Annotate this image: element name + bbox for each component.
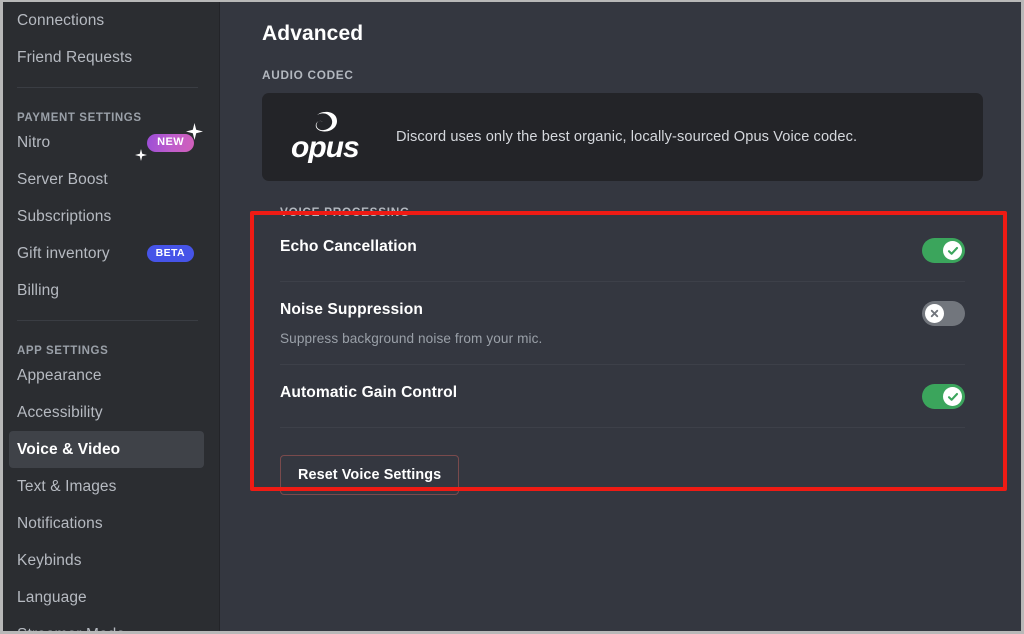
sidebar-item-accessibility[interactable]: Accessibility bbox=[9, 394, 204, 431]
sparkle-icon bbox=[135, 148, 148, 161]
setting-row-noise-suppression: Noise Suppression Suppress background no… bbox=[280, 282, 965, 365]
sidebar-item-label: Appearance bbox=[17, 366, 102, 384]
setting-label: Noise Suppression bbox=[280, 301, 423, 318]
sidebar-item-label: Notifications bbox=[17, 514, 103, 532]
sidebar-item-label: Keybinds bbox=[17, 551, 82, 569]
close-icon bbox=[930, 309, 939, 318]
setting-texts: Noise Suppression Suppress background no… bbox=[280, 300, 922, 346]
sidebar-item-friend-requests[interactable]: Friend Requests bbox=[9, 39, 204, 76]
sidebar-item-label: Connections bbox=[17, 11, 105, 29]
toggle-knob bbox=[925, 304, 944, 323]
sidebar-item-streamer-mode[interactable]: Streamer Mode bbox=[9, 616, 204, 632]
audio-codec-section-header: AUDIO CODEC bbox=[262, 68, 354, 82]
sidebar-item-server-boost[interactable]: Server Boost bbox=[9, 161, 204, 198]
setting-label: Automatic Gain Control bbox=[280, 384, 458, 401]
sidebar-item-label: Nitro bbox=[17, 133, 51, 151]
sidebar-item-label: Server Boost bbox=[17, 170, 108, 188]
reset-voice-settings-button[interactable]: Reset Voice Settings bbox=[280, 455, 460, 495]
voice-processing-section: VOICE PROCESSING Echo Cancellation Noise… bbox=[262, 205, 983, 428]
sidebar-divider bbox=[17, 87, 198, 88]
sidebar-item-connections[interactable]: Connections bbox=[9, 2, 204, 39]
toggle-echo-cancellation[interactable] bbox=[922, 238, 965, 263]
sidebar-item-voice-and-video[interactable]: Voice & Video bbox=[9, 431, 204, 468]
sidebar-item-label: Voice & Video bbox=[17, 440, 121, 458]
sidebar-item-gift-inventory[interactable]: Gift inventory BETA bbox=[9, 235, 204, 272]
voice-processing-rows: Echo Cancellation Noise Suppression Supp… bbox=[262, 219, 983, 428]
reset-button-container: Reset Voice Settings bbox=[262, 455, 983, 495]
beta-badge: BETA bbox=[146, 244, 194, 263]
sidebar-section-app-settings: APP SETTINGS bbox=[17, 345, 109, 357]
discord-settings-window: Connections Friend Requests PAYMENT SETT… bbox=[0, 0, 1024, 634]
setting-row-automatic-gain-control: Automatic Gain Control bbox=[280, 365, 965, 428]
sidebar-item-appearance[interactable]: Appearance bbox=[9, 357, 204, 394]
voice-processing-header: VOICE PROCESSING bbox=[280, 205, 410, 219]
sidebar-item-label: Friend Requests bbox=[17, 48, 133, 66]
setting-description: Suppress background noise from your mic. bbox=[280, 331, 543, 346]
sidebar-item-label: Accessibility bbox=[17, 403, 103, 421]
check-icon bbox=[947, 246, 958, 255]
sidebar-item-billing[interactable]: Billing bbox=[9, 272, 204, 309]
page-title: Advanced bbox=[262, 22, 364, 45]
sidebar-item-label: Streamer Mode bbox=[17, 626, 125, 632]
toggle-knob bbox=[943, 387, 962, 406]
toggle-automatic-gain-control[interactable] bbox=[922, 384, 965, 409]
sidebar-section-payment-settings: PAYMENT SETTINGS bbox=[17, 112, 142, 124]
settings-content-panel: Advanced AUDIO CODEC opus Discord uses o… bbox=[220, 2, 1021, 631]
setting-texts: Automatic Gain Control bbox=[280, 383, 922, 402]
setting-label: Echo Cancellation bbox=[280, 238, 417, 255]
sidebar-item-label: Billing bbox=[17, 281, 60, 299]
opus-logo: opus bbox=[286, 109, 372, 165]
gift-inventory-badge-group: BETA bbox=[146, 244, 194, 263]
sidebar-item-label: Text & Images bbox=[17, 477, 117, 495]
svg-text:opus: opus bbox=[291, 131, 359, 164]
audio-codec-description: Discord uses only the best organic, loca… bbox=[396, 129, 858, 145]
toggle-noise-suppression[interactable] bbox=[922, 301, 965, 326]
new-badge: NEW bbox=[147, 133, 194, 152]
sidebar-item-keybinds[interactable]: Keybinds bbox=[9, 542, 204, 579]
settings-sidebar[interactable]: Connections Friend Requests PAYMENT SETT… bbox=[3, 2, 220, 631]
sidebar-item-label: Language bbox=[17, 588, 87, 606]
setting-row-echo-cancellation: Echo Cancellation bbox=[280, 219, 965, 282]
check-icon bbox=[947, 392, 958, 401]
toggle-knob bbox=[943, 241, 962, 260]
sidebar-item-subscriptions[interactable]: Subscriptions bbox=[9, 198, 204, 235]
sidebar-item-text-and-images[interactable]: Text & Images bbox=[9, 468, 204, 505]
sidebar-divider bbox=[17, 320, 198, 321]
audio-codec-card: opus Discord uses only the best organic,… bbox=[262, 93, 983, 181]
nitro-badge-group: NEW bbox=[135, 122, 203, 161]
setting-texts: Echo Cancellation bbox=[280, 237, 922, 256]
sidebar-item-label: Gift inventory bbox=[17, 244, 110, 262]
sidebar-item-nitro[interactable]: Nitro NEW bbox=[9, 122, 204, 161]
sidebar-item-language[interactable]: Language bbox=[9, 579, 204, 616]
sidebar-item-label: Subscriptions bbox=[17, 207, 112, 225]
sidebar-item-notifications[interactable]: Notifications bbox=[9, 505, 204, 542]
